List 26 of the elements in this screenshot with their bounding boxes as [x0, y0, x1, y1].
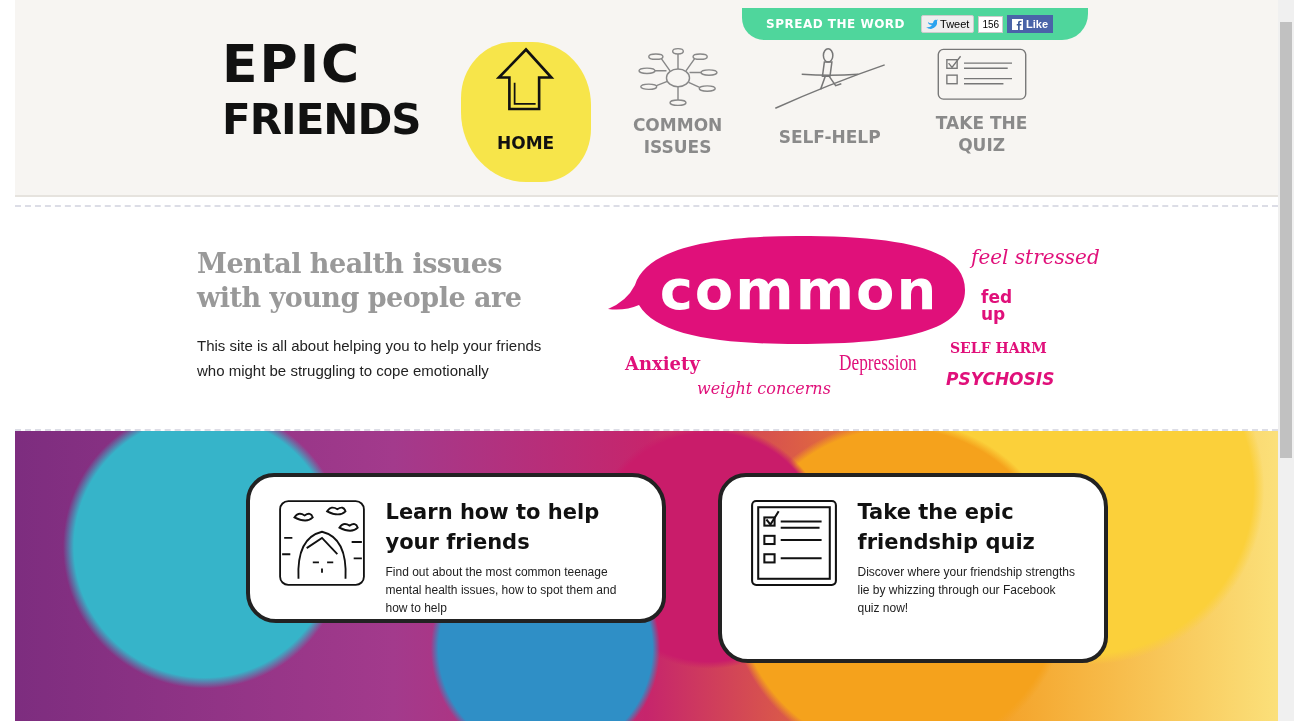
scrollbar-thumb[interactable]: [1280, 22, 1292, 458]
cloud-word: SELF HARM: [950, 340, 1047, 356]
cloud-word: weight concerns: [697, 379, 831, 398]
cloud-word: feel stressed: [971, 245, 1100, 269]
cloud-word: fed up: [981, 289, 1014, 323]
bubble-word: common: [659, 258, 939, 322]
site-logo[interactable]: EPIC FRIENDS: [222, 36, 421, 148]
cloud-word: PSYCHOSIS: [946, 369, 1055, 389]
bird-icon: [926, 19, 939, 29]
card-title: Take the epic friendship quiz: [857, 499, 1036, 556]
nav-link[interactable]: HOME: [460, 42, 591, 182]
feature-card[interactable]: Take the epic friendship quiz Discover where your friendship strengths lie by whizzing through our Facebook quiz now!: [717, 473, 1108, 663]
card-text: Discover where your friendship strengths lie by whizzing through our Facebook quiz now!: [857, 564, 1076, 617]
feature-card[interactable]: Learn how to help your friends Find out about the most common teenage mental health issues, how to spot them and how to help: [245, 473, 666, 623]
intro-heading: Mental health issues with young people are: [197, 247, 523, 315]
like-button[interactable]: Like: [1007, 15, 1054, 33]
cloud-word: Anxiety: [625, 353, 700, 374]
f-letter-icon: [1012, 18, 1024, 30]
intro-text: This site is all about helping you to help your friends who might be struggling to cope emotionally: [197, 336, 543, 381]
share-label: SPREAD THE WORD: [766, 17, 906, 31]
tweet-button[interactable]: Tweet: [921, 15, 975, 33]
tweet-count: 156: [978, 15, 1004, 33]
card-title: Learn how to help your friends: [385, 499, 601, 556]
card-text: Find out about the most common teenage mental health issues, how to spot them and how to help: [385, 564, 618, 617]
cloud-word: Depression: [839, 349, 917, 376]
scrollbar[interactable]: [1278, 0, 1294, 721]
